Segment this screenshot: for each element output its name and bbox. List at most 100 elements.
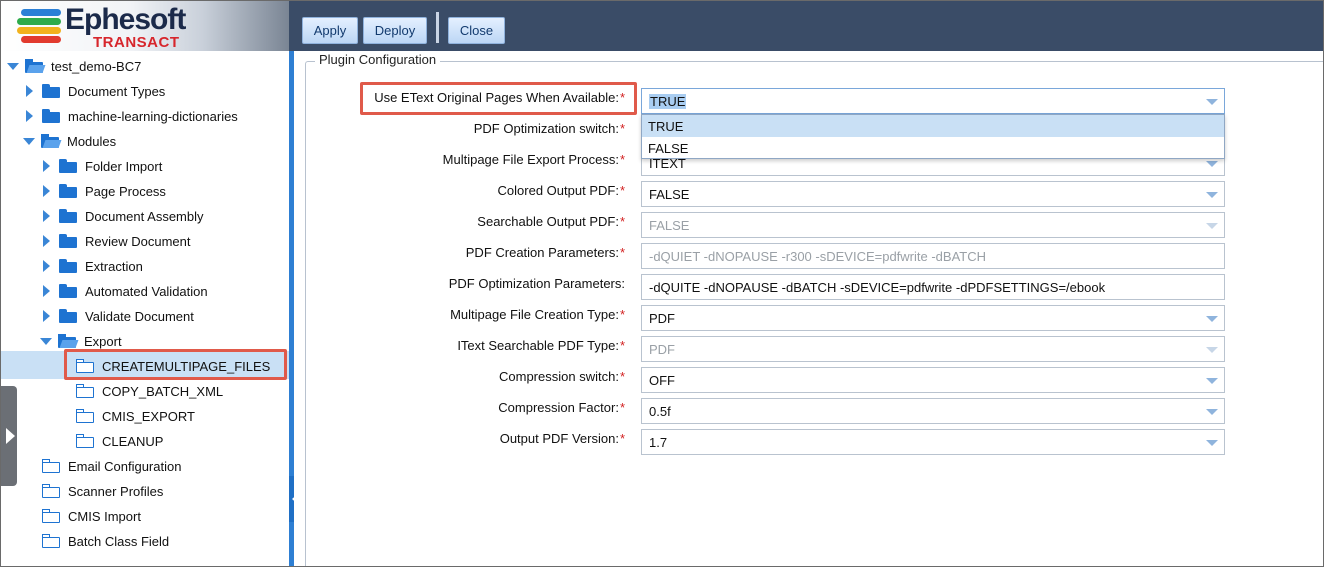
pdf-optimization-parameters-input[interactable]: -dQUITE -dNOPAUSE -dBATCH -sDEVICE=pdfwr… <box>641 274 1225 300</box>
field-label: Output PDF Version:* <box>499 431 625 446</box>
tree-item-extraction[interactable]: Extraction <box>43 255 143 277</box>
field-label: Compression switch:* <box>499 369 625 384</box>
chevron-down-icon[interactable] <box>1206 223 1218 229</box>
folder-icon <box>59 159 77 173</box>
folder-outline-icon <box>76 409 94 423</box>
deploy-button[interactable]: Deploy <box>363 17 427 44</box>
pdf-creation-parameters-input[interactable]: -dQUIET -dNOPAUSE -r300 -sDEVICE=pdfwrit… <box>641 243 1225 269</box>
chevron-right-icon[interactable] <box>26 85 33 97</box>
tree-item-label: Review Document <box>85 233 191 249</box>
field-label: Multipage File Export Process:* <box>442 152 625 167</box>
annotation-highlight-box <box>64 349 287 380</box>
tree-item-cmis-export[interactable]: CMIS_EXPORT <box>76 405 195 427</box>
chevron-right-icon[interactable] <box>43 285 50 297</box>
tree-item-label: machine-learning-dictionaries <box>68 108 238 124</box>
tree-item-cmis-import[interactable]: CMIS Import <box>42 505 141 527</box>
folder-outline-icon <box>42 484 60 498</box>
tree-item-label: Validate Document <box>85 308 194 324</box>
tree-root-label: test_demo-BC7 <box>51 58 142 74</box>
folder-icon <box>59 284 77 298</box>
chevron-right-icon[interactable] <box>43 310 50 322</box>
output-pdf-version-select[interactable]: 1.7 <box>641 429 1225 455</box>
toolbar-separator <box>436 12 439 43</box>
dropdown-option-true[interactable]: TRUE <box>642 115 1224 137</box>
tree-item-label: CMIS_EXPORT <box>102 408 195 424</box>
searchable-output-pdf-select[interactable]: FALSE <box>641 212 1225 238</box>
chevron-down-icon[interactable] <box>1206 347 1218 353</box>
brand-sub: TRANSACT <box>93 34 180 51</box>
tree-item-batch-class-field[interactable]: Batch Class Field <box>42 530 169 552</box>
chevron-right-icon[interactable] <box>26 110 33 122</box>
chevron-down-icon[interactable] <box>1206 378 1218 384</box>
chevron-down-icon[interactable] <box>1206 409 1218 415</box>
chevron-down-icon[interactable] <box>1206 440 1218 446</box>
field-label: PDF Optimization Parameters: <box>448 276 625 291</box>
dropdown-option-false[interactable]: FALSE <box>642 137 1224 159</box>
tree-root[interactable]: test_demo-BC7 <box>7 55 141 77</box>
tree-item-label: Document Types <box>68 83 166 99</box>
use-etext-original-pages-select[interactable]: TRUE <box>641 88 1225 114</box>
itext-searchable-pdf-type-select[interactable]: PDF <box>641 336 1225 362</box>
chevron-down-icon[interactable] <box>1206 99 1218 105</box>
chevron-right-icon[interactable] <box>43 260 50 272</box>
tree-item-email-configuration[interactable]: Email Configuration <box>42 455 181 477</box>
dropdown-list: TRUE FALSE <box>641 114 1225 159</box>
tree-item-document-assembly[interactable]: Document Assembly <box>43 205 204 227</box>
chevron-down-icon[interactable] <box>7 62 19 70</box>
folder-outline-icon <box>76 384 94 398</box>
expand-panel-handle[interactable] <box>1 386 17 486</box>
tree-item-document-types[interactable]: Document Types <box>26 80 165 102</box>
tree-item-label: Export <box>84 333 122 349</box>
compression-factor-select[interactable]: 0.5f <box>641 398 1225 424</box>
tree-item-label: Extraction <box>85 258 143 274</box>
chevron-right-icon[interactable] <box>43 185 50 197</box>
chevron-down-icon[interactable] <box>23 137 35 145</box>
logo-mark <box>17 7 65 45</box>
folder-open-icon <box>58 334 79 348</box>
batch-class-tree: test_demo-BC7 Document Types machine-lea… <box>1 51 289 566</box>
chevron-right-icon[interactable] <box>43 160 50 172</box>
tree-item-label: CLEANUP <box>102 433 164 449</box>
folder-icon <box>59 234 77 248</box>
close-button[interactable]: Close <box>448 17 505 44</box>
folder-icon <box>42 109 60 123</box>
tree-item-modules[interactable]: Modules <box>23 130 116 152</box>
folder-icon <box>59 259 77 273</box>
tree-item-automated-validation[interactable]: Automated Validation <box>43 280 208 302</box>
tree-item-page-process[interactable]: Page Process <box>43 180 166 202</box>
compression-switch-select[interactable]: OFF <box>641 367 1225 393</box>
tree-item-label: Page Process <box>85 183 166 199</box>
tree-item-copy-batch-xml[interactable]: COPY_BATCH_XML <box>76 380 223 402</box>
tree-item-label: Email Configuration <box>68 458 182 474</box>
tree-item-validate-document[interactable]: Validate Document <box>43 305 194 327</box>
tree-item-ml-dictionaries[interactable]: machine-learning-dictionaries <box>26 105 238 127</box>
folder-icon <box>59 184 77 198</box>
multipage-file-creation-type-select[interactable]: PDF <box>641 305 1225 331</box>
chevron-down-icon[interactable] <box>1206 161 1218 167</box>
tree-item-scanner-profiles[interactable]: Scanner Profiles <box>42 480 163 502</box>
tree-item-label: Document Assembly <box>85 208 204 224</box>
folder-outline-icon <box>42 534 60 548</box>
tree-item-review-document[interactable]: Review Document <box>43 230 191 252</box>
tree-item-folder-import[interactable]: Folder Import <box>43 155 162 177</box>
logo-stripe <box>21 36 61 43</box>
top-toolbar: Apply Deploy Close <box>289 1 1323 51</box>
logo-stripe <box>17 18 61 25</box>
tree-item-label: CMIS Import <box>68 508 141 524</box>
chevron-right-icon[interactable] <box>43 210 50 222</box>
chevron-down-icon[interactable] <box>40 337 52 345</box>
tree-item-cleanup[interactable]: CLEANUP <box>76 430 163 452</box>
logo-stripe <box>21 9 61 16</box>
colored-output-pdf-select[interactable]: FALSE <box>641 181 1225 207</box>
field-label: Multipage File Creation Type:* <box>450 307 625 322</box>
chevron-down-icon[interactable] <box>1206 316 1218 322</box>
folder-open-icon <box>25 59 46 73</box>
field-label: Searchable Output PDF:* <box>477 214 625 229</box>
field-label: IText Searchable PDF Type:* <box>457 338 625 353</box>
chevron-down-icon[interactable] <box>1206 192 1218 198</box>
folder-icon <box>59 309 77 323</box>
logo-stripe <box>17 27 61 34</box>
apply-button[interactable]: Apply <box>302 17 358 44</box>
tree-item-label: Scanner Profiles <box>68 483 164 499</box>
chevron-right-icon[interactable] <box>43 235 50 247</box>
